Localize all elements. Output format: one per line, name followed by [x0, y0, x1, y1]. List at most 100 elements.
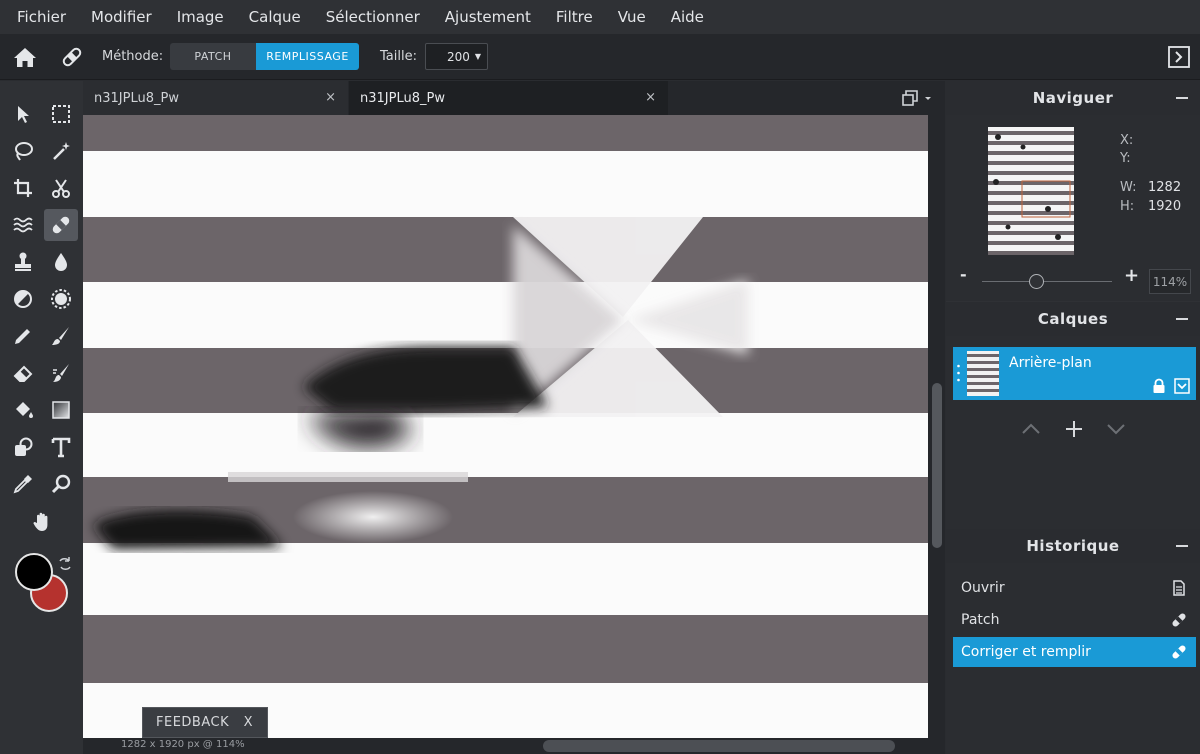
method-fill-button[interactable]: REMPLISSAGE — [256, 43, 359, 70]
menu-edit[interactable]: Modifier — [91, 8, 152, 26]
zoom-input[interactable]: 114% — [1149, 269, 1191, 294]
dodge-tool[interactable] — [6, 283, 40, 315]
minimize-icon[interactable] — [1176, 318, 1188, 320]
vertical-scroll-thumb[interactable] — [932, 383, 942, 548]
tab-document-1[interactable]: n31JPLu8_Pw × — [83, 81, 348, 115]
size-label: Taille: — [380, 49, 417, 64]
bandage-icon — [1172, 645, 1186, 659]
nav-w-label: W: — [1120, 180, 1137, 195]
close-icon[interactable]: × — [325, 90, 336, 105]
half-circle-icon — [14, 290, 32, 308]
menu-image[interactable]: Image — [177, 8, 224, 26]
drag-handle-icon[interactable] — [957, 364, 960, 382]
history-item[interactable]: Patch — [953, 605, 1196, 635]
menu-view[interactable]: Vue — [618, 8, 646, 26]
text-icon — [51, 437, 71, 458]
layers-body: Arrière-plan — [946, 336, 1200, 529]
home-icon[interactable] — [12, 45, 38, 69]
caret-down-icon: ▼ — [474, 52, 481, 61]
close-icon[interactable]: × — [645, 90, 656, 105]
magnifier-icon — [51, 474, 71, 494]
hand-tool[interactable] — [25, 506, 59, 538]
navigator-title: Naviguer — [1032, 89, 1114, 107]
magic-wand-tool[interactable] — [44, 135, 78, 167]
menu-file[interactable]: Fichier — [17, 8, 66, 26]
tab-document-2[interactable]: n31JPLu8_Pw × — [349, 81, 668, 115]
stamp-icon — [15, 252, 31, 271]
bucket-icon — [16, 402, 33, 418]
zoom-slider-track[interactable] — [982, 281, 1112, 282]
liquify-tool[interactable] — [6, 209, 40, 241]
tools-panel — [0, 81, 83, 754]
eyedropper-icon — [13, 475, 32, 494]
visibility-checkbox-icon[interactable] — [1174, 378, 1190, 394]
eraser-tool[interactable] — [6, 357, 40, 389]
smudge-tool[interactable] — [44, 357, 78, 389]
layer-row[interactable]: Arrière-plan — [953, 347, 1196, 400]
history-item-active[interactable]: Corriger et remplir — [953, 637, 1196, 667]
eyedropper-tool[interactable] — [6, 468, 40, 500]
shapes-icon — [15, 437, 33, 456]
pencil-icon — [15, 329, 30, 344]
crop-tool[interactable] — [6, 172, 40, 204]
history-label: Corriger et remplir — [961, 644, 1091, 660]
cut-tool[interactable] — [44, 172, 78, 204]
foreground-color-swatch[interactable] — [15, 553, 53, 591]
method-label: Méthode: — [102, 49, 164, 64]
arrange-windows-icon[interactable] — [900, 89, 940, 107]
minimize-icon[interactable] — [1176, 545, 1188, 547]
vertical-scrollbar[interactable] — [928, 115, 945, 738]
zoom-in-button[interactable]: + — [1124, 265, 1139, 286]
menu-adjust[interactable]: Ajustement — [445, 8, 531, 26]
move-tool[interactable] — [6, 98, 40, 130]
brush-tool[interactable] — [44, 320, 78, 352]
bandage-icon — [1172, 613, 1186, 627]
magic-wand-icon — [53, 142, 70, 160]
feedback-button[interactable]: FEEDBACK X — [142, 707, 268, 738]
zoom-out-button[interactable]: - — [960, 265, 967, 284]
hand-icon — [33, 512, 48, 531]
gradient-tool[interactable] — [44, 394, 78, 426]
zoom-slider-knob[interactable] — [1029, 274, 1044, 289]
size-select[interactable]: 200 ▼ — [425, 43, 488, 70]
pencil-tool[interactable] — [6, 320, 40, 352]
navigator-header: Naviguer — [946, 81, 1200, 115]
feedback-close[interactable]: X — [244, 715, 253, 730]
shape-tool[interactable] — [6, 431, 40, 463]
history-item[interactable]: Ouvrir — [953, 573, 1196, 603]
text-tool[interactable] — [44, 431, 78, 463]
swap-colors-icon[interactable] — [56, 555, 74, 573]
move-layer-down-icon[interactable] — [1104, 417, 1128, 441]
collapse-panel-icon[interactable] — [1168, 46, 1190, 68]
navigator-thumbnail[interactable] — [988, 127, 1074, 255]
zoom-tool[interactable] — [44, 468, 78, 500]
sponge-tool[interactable] — [44, 283, 78, 315]
horizontal-scroll-thumb[interactable] — [543, 740, 895, 752]
lock-icon[interactable] — [1152, 378, 1166, 394]
marquee-tool[interactable] — [44, 98, 78, 130]
lasso-tool[interactable] — [6, 135, 40, 167]
status-bar: 1282 x 1920 px @ 114% — [83, 738, 945, 754]
image-canvas[interactable] — [83, 115, 928, 738]
menu-filter[interactable]: Filtre — [556, 8, 593, 26]
move-layer-up-icon[interactable] — [1019, 417, 1043, 441]
drop-icon — [55, 253, 67, 271]
tab-title: n31JPLu8_Pw — [360, 90, 445, 106]
minimize-icon[interactable] — [1176, 97, 1188, 99]
fill-tool[interactable] — [6, 394, 40, 426]
stamp-tool[interactable] — [6, 246, 40, 278]
size-value: 200 — [446, 49, 470, 64]
document-icon — [1173, 580, 1185, 596]
blur-tool[interactable] — [44, 246, 78, 278]
method-patch-button[interactable]: PATCH — [170, 43, 256, 70]
add-layer-icon[interactable] — [1062, 417, 1086, 441]
feedback-label: FEEDBACK — [156, 715, 230, 730]
menu-help[interactable]: Aide — [671, 8, 704, 26]
crop-icon — [14, 179, 32, 197]
layer-preview — [967, 351, 999, 396]
menu-layer[interactable]: Calque — [249, 8, 301, 26]
eraser-icon — [13, 365, 33, 382]
menu-select[interactable]: Sélectionner — [326, 8, 420, 26]
heal-tool[interactable] — [44, 209, 78, 241]
arrow-icon — [18, 106, 29, 123]
